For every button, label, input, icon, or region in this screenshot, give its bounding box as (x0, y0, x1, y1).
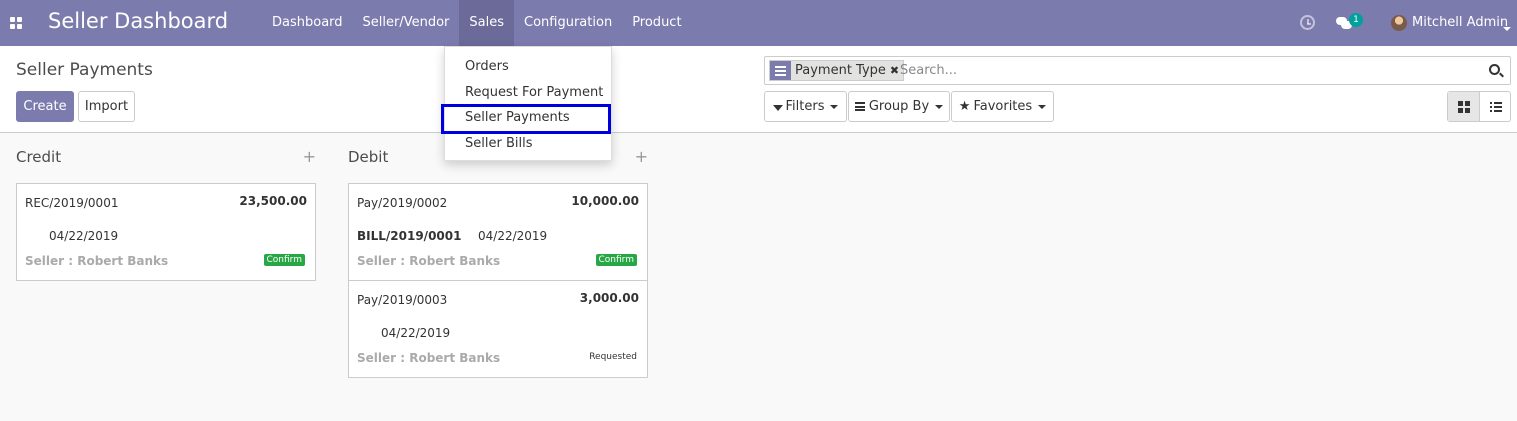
filter-icon (772, 104, 783, 111)
payment-amount: 23,500.00 (239, 194, 307, 208)
search-facet: Payment Type ✖ (769, 60, 905, 81)
status-badge: Confirm (595, 254, 637, 266)
kanban-icon (1458, 101, 1470, 113)
search-bar: Payment Type ✖ (764, 56, 1511, 85)
filters-button[interactable]: Filters (764, 91, 847, 122)
payment-seller: Seller : Robert Banks (357, 351, 501, 365)
groupby-label: Group By (868, 99, 930, 114)
menu-seller-vendor[interactable]: Seller/Vendor (353, 0, 460, 46)
column-title: Credit (16, 148, 62, 166)
create-button[interactable]: Create (16, 91, 74, 122)
user-avatar[interactable] (1391, 15, 1407, 31)
favorites-label: Favorites (973, 99, 1033, 114)
page-title: Seller Payments (16, 60, 153, 80)
payment-seller: Seller : Robert Banks (25, 254, 169, 268)
dropdown-item-orders[interactable]: Orders (465, 59, 509, 74)
bill-reference: BILL/2019/0001 (357, 229, 462, 243)
sales-dropdown-menu: Orders Request For Payment Seller Paymen… (441, 46, 612, 161)
payment-reference: Pay/2019/0002 (357, 196, 448, 210)
top-navbar: Seller Dashboard Dashboard Seller/Vendor… (0, 0, 1517, 46)
activity-clock-icon[interactable] (1300, 15, 1315, 30)
dropdown-item-request-for-payment[interactable]: Request For Payment (465, 85, 603, 100)
payment-reference: Pay/2019/0003 (357, 293, 448, 307)
chevron-down-icon (830, 104, 839, 109)
add-card-icon[interactable]: + (303, 147, 316, 166)
payment-date: 04/22/2019 (381, 326, 451, 340)
payment-amount: 3,000.00 (579, 291, 639, 305)
search-input[interactable] (900, 61, 1460, 80)
menu-product[interactable]: Product (622, 0, 691, 46)
menu-configuration[interactable]: Configuration (514, 0, 622, 46)
payment-reference: REC/2019/0001 (25, 196, 119, 210)
apps-menu-icon[interactable] (10, 17, 22, 29)
payment-date: 04/22/2019 (49, 229, 119, 243)
bars-icon (854, 102, 865, 111)
kanban-card[interactable]: Pay/2019/0003 3,000.00 04/22/2019 Seller… (348, 280, 648, 378)
search-icon[interactable] (1489, 64, 1500, 75)
kanban-card[interactable]: Pay/2019/0002 10,000.00 BILL/2019/0001 0… (348, 183, 648, 281)
star-icon: ★ (958, 99, 971, 114)
kanban-card[interactable]: REC/2019/0001 23,500.00 04/22/2019 Selle… (16, 183, 316, 281)
user-menu-caret-icon[interactable] (1503, 21, 1511, 36)
chat-count-badge: 1 (1349, 13, 1363, 27)
chevron-down-icon (1038, 104, 1047, 109)
chevron-down-icon (935, 104, 944, 109)
list-icon (1489, 102, 1502, 112)
payment-amount: 10,000.00 (571, 194, 639, 208)
view-switcher (1447, 91, 1511, 122)
favorites-button[interactable]: ★ Favorites (951, 91, 1054, 122)
user-menu-name[interactable]: Mitchell Admin (1412, 15, 1508, 30)
payment-seller: Seller : Robert Banks (357, 254, 501, 268)
main-menu: Dashboard Seller/Vendor Sales Configurat… (262, 0, 692, 46)
import-button[interactable]: Import (78, 91, 135, 122)
payment-date: 04/22/2019 (478, 229, 548, 243)
column-title: Debit (348, 148, 389, 166)
groupby-facet-icon (770, 61, 791, 80)
facet-value: Payment Type (795, 63, 886, 78)
app-brand-title: Seller Dashboard (48, 9, 229, 33)
kanban-view-button[interactable] (1448, 92, 1479, 121)
list-view-button[interactable] (1478, 92, 1511, 121)
groupby-button[interactable]: Group By (848, 91, 950, 122)
status-badge: Requested (589, 352, 637, 362)
add-card-icon[interactable]: + (635, 147, 648, 166)
menu-dashboard[interactable]: Dashboard (262, 0, 353, 46)
filters-label: Filters (785, 99, 825, 114)
highlight-box (441, 104, 611, 134)
dropdown-item-seller-bills[interactable]: Seller Bills (465, 136, 532, 151)
menu-sales[interactable]: Sales (459, 0, 515, 46)
status-badge: Confirm (263, 254, 305, 266)
control-panel: Seller Payments Create Import Payment Ty… (0, 46, 1517, 133)
